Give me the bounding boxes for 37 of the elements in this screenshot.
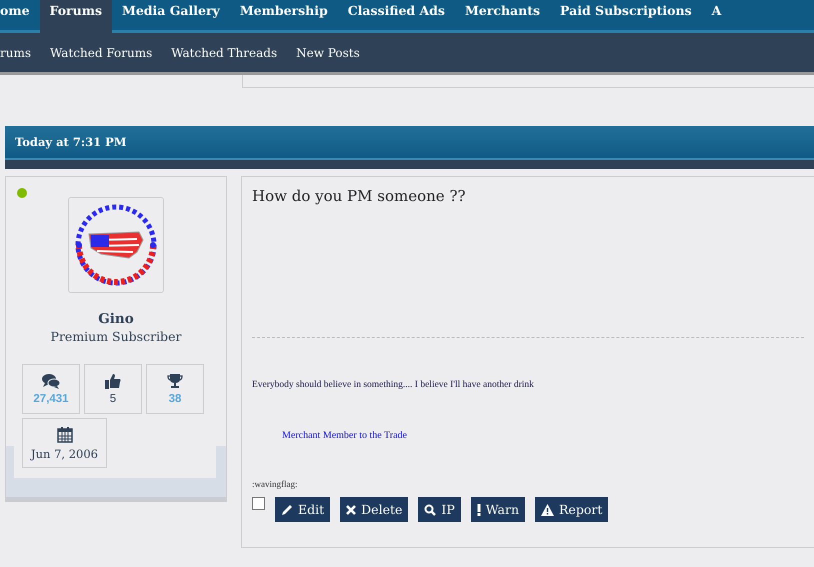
nav-tab[interactable]: Paid Subscriptions — [550, 0, 702, 30]
search-icon — [424, 504, 436, 516]
select-checkbox[interactable] — [252, 497, 265, 510]
smilie-code: :wavingflag: — [252, 479, 298, 489]
nav-tab[interactable]: Media Gallery — [112, 0, 230, 30]
nav-tab[interactable]: Membership — [230, 0, 338, 30]
joined-count: Jun 7, 2006 — [31, 446, 98, 460]
nav-tab[interactable]: Classified Ads — [338, 0, 455, 30]
post-message: How do you PM someone ?? — [252, 187, 467, 205]
subnav-link[interactable]: rums — [0, 46, 32, 60]
subnav-link[interactable]: New Posts — [296, 46, 360, 60]
subnav-link[interactable]: Watched Threads — [171, 46, 278, 60]
signature-text: Everybody should believe in something.... I believe I'll have another drink — [252, 380, 535, 390]
nav-tab[interactable]: Merchants — [454, 0, 550, 30]
report-button[interactable]: Report — [535, 497, 608, 522]
signature-link[interactable]: Merchant Member to the Trade — [282, 430, 804, 441]
trophy-icon — [167, 373, 183, 389]
nav-tab[interactable]: ome — [0, 0, 40, 30]
calendar-icon — [56, 426, 72, 442]
likes-count: 5 — [110, 393, 116, 405]
warning-icon — [541, 504, 554, 516]
subnav-link[interactable]: Watched Forums — [50, 46, 152, 60]
warn-button[interactable]: Warn — [470, 497, 526, 522]
delete-button[interactable]: Delete — [340, 497, 408, 522]
trophies-count: 38 — [168, 393, 182, 405]
nav-tab[interactable]: A — [702, 0, 732, 30]
speech-bubbles-icon — [42, 373, 60, 389]
edit-button[interactable]: Edit — [275, 497, 330, 522]
pencil-icon — [281, 504, 293, 516]
user-title: Premium Subscriber — [50, 329, 182, 344]
thumbs-up-icon — [105, 373, 121, 389]
username-link[interactable]: Gino — [98, 311, 134, 327]
ip-button[interactable]: IP — [418, 497, 461, 522]
post-timestamp: Today at 7:31 PM — [15, 135, 126, 149]
close-icon — [346, 504, 356, 514]
messages-count: 27,431 — [33, 393, 69, 405]
exclamation-icon — [476, 504, 481, 516]
